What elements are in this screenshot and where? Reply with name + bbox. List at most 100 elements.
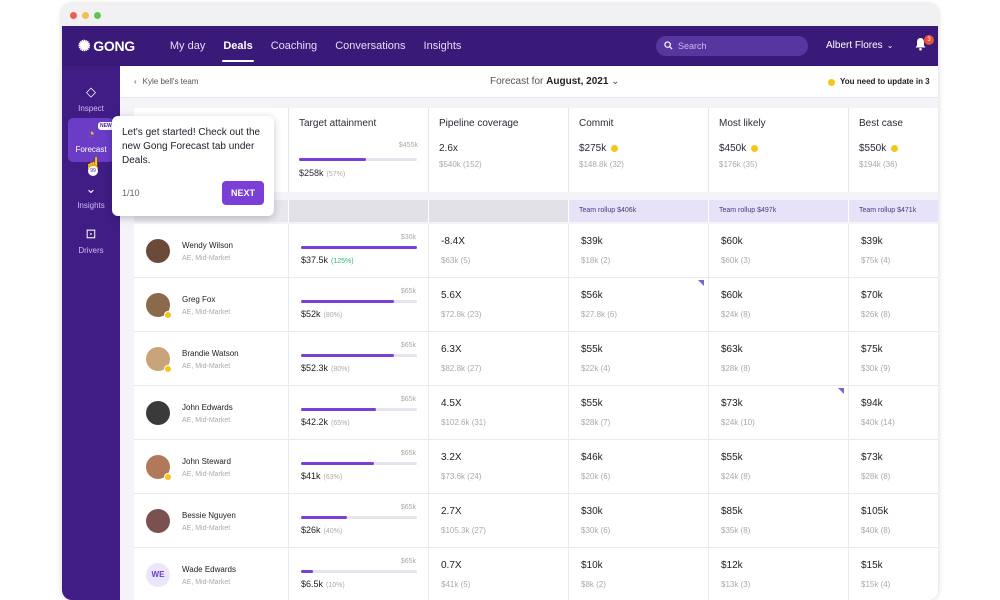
best-cell[interactable]: $105k $40k (8) [849,494,938,548]
maximize-window-dot[interactable] [94,11,101,19]
best-sub: $40k (14) [861,418,895,427]
target-value: $37.5k (125%) [301,255,354,265]
nav-deals[interactable]: Deals [214,26,261,66]
breadcrumb[interactable]: ‹ Kyle bell's team [134,66,198,98]
best-cell[interactable]: $73k $28k (8) [849,440,938,494]
pipeline-sub: $540k (152) [439,160,482,169]
rep-role: AE, Mid-Market [182,578,231,586]
likely-cell[interactable]: $60k $24k (8) [709,278,849,332]
nav-conversations[interactable]: Conversations [326,26,414,66]
commit-value: $55k [581,344,603,355]
commit-cell[interactable]: $39k $18k (2) [569,224,709,278]
table-row[interactable]: Greg Fox AE, Mid-Market $65k $52k (80%) 5… [134,278,938,332]
sidebar-item-drivers[interactable]: ⊡ Drivers [62,226,120,255]
cursor-badge: 99 [88,166,98,176]
likely-value: $55k [721,452,743,463]
pipeline-cell: 0.7X $41k (5) [429,548,569,600]
avatar [146,347,172,373]
forecast-period-selector[interactable]: Forecast for August, 2021 ⌄ [490,66,620,98]
column-header: Target attainment [299,118,377,129]
search-placeholder: Search [678,41,707,51]
search-input[interactable]: Search [656,36,808,56]
best-cell[interactable]: $94k $40k (14) [849,386,938,440]
table-row[interactable]: John Edwards AE, Mid-Market $65k $42.2k(… [134,386,938,440]
sidebar-item-label: Inspect [78,104,104,113]
pipeline-cell: 4.5X $102.6k (31) [429,386,569,440]
likely-sub: $13k (3) [721,580,751,589]
likely-value: $63k [721,344,743,355]
target-range: $455k [398,142,418,149]
next-button[interactable]: NEXT [222,181,264,205]
best-cell[interactable]: $70k $26k (8) [849,278,938,332]
best-value: $73k [861,452,883,463]
target-range: $30k [400,234,416,241]
best-cell[interactable]: $75k $30k (9) [849,332,938,386]
table-row[interactable]: Wendy Wilson AE, Mid-Market $30k $37.5k(… [134,224,938,278]
commit-value: $10k [581,560,603,571]
chevron-left-icon: ‹ [134,77,137,86]
rep-role: AE, Mid-Market [182,254,231,262]
commit-cell[interactable]: $55k $22k (4) [569,332,709,386]
onboarding-tooltip: Let's get started! Check out the new Gon… [112,116,274,216]
summary-commit[interactable]: Commit $275k $148.8k (32) [569,108,709,192]
user-menu[interactable]: Albert Flores ⌄ [826,26,893,66]
target-progress-bar [301,516,417,519]
rep-cell[interactable]: Wendy Wilson AE, Mid-Market [134,224,289,278]
target-range: $65k [400,396,416,403]
target-cell: $65k $6.5k (10%) [289,548,429,600]
avatar: WE [146,563,170,587]
target-progress-bar [301,354,417,357]
rep-cell[interactable]: John Steward AE, Mid-Market [134,440,289,494]
likely-cell[interactable]: $63k $28k (8) [709,332,849,386]
rep-cell[interactable]: Bessie Nguyen AE, Mid-Market [134,494,289,548]
commit-cell[interactable]: $56k $27.8k (6) [569,278,709,332]
commit-cell[interactable]: $46k $20k (6) [569,440,709,494]
commit-cell[interactable]: $10k $8k (2) [569,548,709,600]
sidebar-item-label: Insights [77,201,105,210]
pipeline-value: 2.6x [439,143,458,154]
table-row[interactable]: Brandie Watson AE, Mid-Market $65k $52.3… [134,332,938,386]
commit-cell[interactable]: $30k $30k (6) [569,494,709,548]
commit-cell[interactable]: $55k $28k (7) [569,386,709,440]
column-header: Commit [579,118,614,129]
avatar [146,239,170,263]
best-cell[interactable]: $39k $75k (4) [849,224,938,278]
drivers-icon: ⊡ [85,226,97,241]
likely-sub: $35k (8) [721,526,751,535]
diamond-icon: ◇ [86,84,96,99]
pipeline-value: -8.4X [441,236,465,247]
likely-cell[interactable]: $73k $24k (10) [709,386,849,440]
likely-cell[interactable]: $85k $35k (8) [709,494,849,548]
best-sub: $15k (4) [861,580,891,589]
summary-best-case[interactable]: Best case $550k $194k (36) [849,108,938,192]
notification-badge: 3 [924,35,934,45]
table-row[interactable]: John Steward AE, Mid-Market $65k $41k (63… [134,440,938,494]
close-window-dot[interactable] [70,11,77,19]
rep-cell[interactable]: Greg Fox AE, Mid-Market [134,278,289,332]
minimize-window-dot[interactable] [82,11,89,19]
best-cell[interactable]: $15k $15k (4) [849,548,938,600]
user-name: Albert Flores [826,40,883,51]
sidebar-item-inspect[interactable]: ◇ Inspect [62,84,120,113]
rep-cell[interactable]: Brandie Watson AE, Mid-Market [134,332,289,386]
rep-cell[interactable]: WE Wade Edwards AE, Mid-Market [134,548,289,600]
avatar-initials: WE [146,563,170,587]
nav-my-day[interactable]: My day [161,26,214,66]
gong-logo[interactable]: ✺ GONG [78,37,135,55]
nav-coaching[interactable]: Coaching [262,26,326,66]
likely-value: $73k [721,398,743,409]
table-row[interactable]: Bessie Nguyen AE, Mid-Market $65k $26k (4… [134,494,938,548]
likely-cell[interactable]: $60k $60k (3) [709,224,849,278]
best-sub: $40k (8) [861,526,891,535]
table-row[interactable]: WE Wade Edwards AE, Mid-Market $65k $6.5… [134,548,938,600]
nav-insights[interactable]: Insights [415,26,471,66]
likely-cell[interactable]: $12k $13k (3) [709,548,849,600]
summary-most-likely[interactable]: Most likely $450k $176k (35) [709,108,849,192]
likely-cell[interactable]: $55k $24k (8) [709,440,849,494]
sidebar-item-label: Forecast [75,145,107,154]
rep-cell[interactable]: John Edwards AE, Mid-Market [134,386,289,440]
page-subheader: ‹ Kyle bell's team Forecast for August, … [120,66,938,98]
best-sub: $28k (8) [861,472,891,481]
chevron-down-icon: ⌄ [611,76,620,87]
update-notice-text: You need to update in 3 [840,77,930,86]
